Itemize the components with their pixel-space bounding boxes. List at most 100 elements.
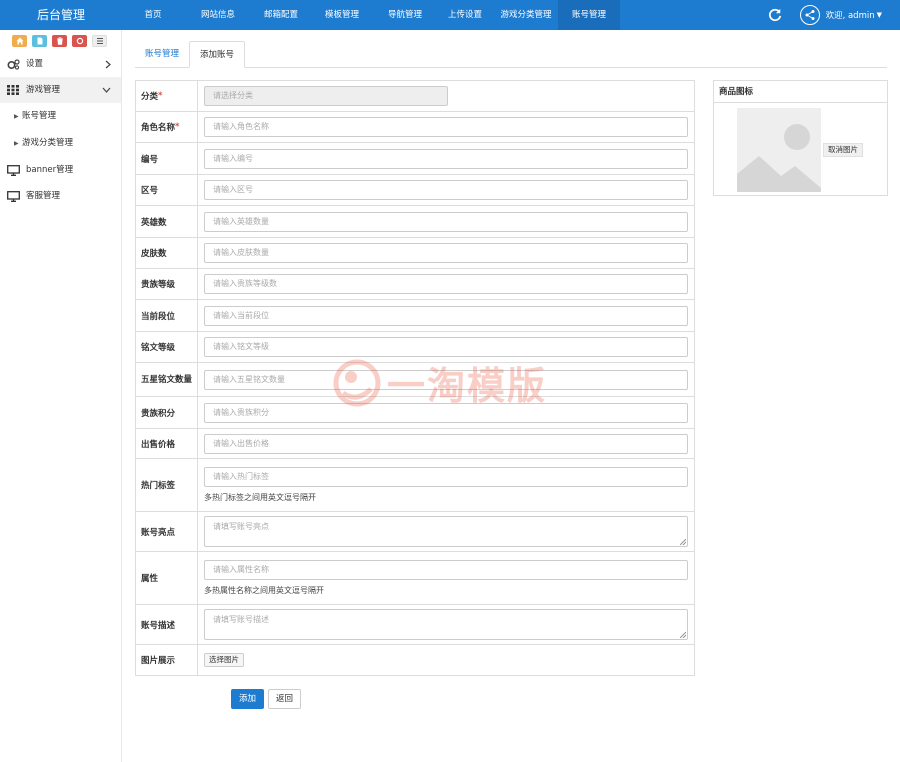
price-input[interactable]: 请输入出售价格 [204,433,688,454]
resize-grip-icon[interactable] [680,539,686,545]
skins-input[interactable]: 请输入皮肤数量 [204,243,688,263]
sidebar-item-label: banner管理 [26,165,74,175]
triangle-right-icon: ▶ [14,113,19,120]
add-button[interactable]: 添加 [231,689,264,709]
recycle-tool-button[interactable] [72,35,87,47]
tab-account-list[interactable]: 账号管理 [135,41,189,68]
nav-game-category[interactable]: 游戏分类管理 [494,0,558,30]
current-rank-label: 当前段位 [136,300,198,331]
noble-points-input[interactable]: 请输入贵族积分 [204,402,688,423]
top-nav: 首页 网站信息 邮箱配置 模板管理 导航管理 上传设置 游戏分类管理 账号管理 [122,0,620,30]
sidebar-toolbar [0,30,121,51]
form-row-role-name: 角色名称 * 请输入角色名称 [136,112,694,143]
images-label: 图片展示 [136,645,198,675]
sidebar-item-game[interactable]: 游戏管理 [0,77,121,103]
nav-account[interactable]: 账号管理 [558,0,620,30]
role-name-input[interactable]: 请输入角色名称 [204,117,688,137]
gears-icon [7,58,20,70]
cancel-image-button[interactable]: 取消图片 [823,143,863,157]
number-input[interactable]: 请输入编号 [204,148,688,169]
nav-upload-settings[interactable]: 上传设置 [436,0,494,30]
product-icon-panel: 商品图标 取消图片 [713,80,888,196]
form-row-images: 图片展示 选择图片 [136,645,694,676]
sidebar-item-banner[interactable]: banner管理 [0,157,121,183]
sidebar-subitem-game-category[interactable]: ▶ 游戏分类管理 [0,130,121,157]
sidebar-item-settings[interactable]: 设置 [0,51,121,77]
recycle-icon [76,37,83,45]
price-label: 出售价格 [136,429,198,458]
monitor-icon [7,190,20,202]
hot-tags-help: 多热门标签之间用英文逗号隔开 [204,493,316,502]
trash-icon [56,37,63,45]
form-row-noble-points: 贵族积分 请输入贵族积分 [136,397,694,429]
home-icon [16,37,23,45]
current-rank-input[interactable]: 请输入当前段位 [204,305,688,326]
form-row-five-star: 五星铭文数量 请输入五星铭文数量 [136,363,694,397]
file-icon [37,37,42,45]
sidebar-item-service[interactable]: 客服管理 [0,183,121,209]
form-row-attributes: 属性 请输入属性名称 多热属性名称之间用英文逗号隔开 [136,552,694,605]
inscription-level-label: 铭文等级 [136,332,198,362]
five-star-label: 五星铭文数量 [136,363,198,396]
noble-level-label: 贵族等级 [136,269,198,299]
zone-input[interactable]: 请输入区号 [204,180,688,200]
attributes-input[interactable]: 请输入属性名称 [204,560,688,580]
form-row-skins: 皮肤数 请输入皮肤数量 [136,238,694,269]
monitor-icon [7,164,20,176]
form-row-noble-level: 贵族等级 请输入贵族等级数 [136,269,694,300]
file-tool-button[interactable] [32,35,47,47]
description-textarea[interactable]: 请填写账号描述 [204,609,688,640]
heroes-input[interactable]: 请输入英雄数量 [204,211,688,232]
choose-image-button[interactable]: 选择图片 [204,653,244,667]
content-tabs: 账号管理 添加账号 [135,41,887,68]
resize-grip-icon[interactable] [680,632,686,638]
image-placeholder[interactable] [737,108,821,192]
sidebar-item-label: 账号管理 [22,111,57,121]
inscription-level-input[interactable]: 请输入铭文等级 [204,337,688,357]
noble-level-input[interactable]: 请输入贵族等级数 [204,274,688,294]
caret-down-icon[interactable]: ▼ [877,11,882,19]
list-tool-button[interactable] [92,35,107,47]
nav-site-info[interactable]: 网站信息 [184,0,252,30]
zone-label: 区号 [136,175,198,205]
attributes-label: 属性 [136,552,198,604]
role-name-label: 角色名称 [141,123,176,133]
nav-email-config[interactable]: 邮箱配置 [252,0,310,30]
form-actions: 添加 返回 [231,689,301,709]
form-row-zone: 区号 请输入区号 [136,175,694,206]
hot-tags-input[interactable]: 请输入热门标签 [204,467,688,487]
form-row-highlights: 账号亮点 请填写账号亮点 [136,512,694,552]
five-star-input[interactable]: 请输入五星铭文数量 [204,369,688,390]
attributes-help: 多热属性名称之间用英文逗号隔开 [204,586,324,595]
home-tool-button[interactable] [12,35,27,47]
highlights-placeholder: 请填写账号亮点 [213,522,269,531]
image-placeholder-icon [737,108,821,192]
refresh-icon[interactable] [768,8,782,22]
form-row-number: 编号 请输入编号 [136,143,694,175]
share-icon [805,10,815,20]
nav-navigation[interactable]: 导航管理 [374,0,436,30]
form-row-heroes: 英雄数 请输入英雄数量 [136,206,694,238]
category-select[interactable]: 请选择分类 [204,86,448,106]
description-placeholder: 请填写账号描述 [213,615,269,624]
highlights-label: 账号亮点 [136,512,198,551]
sidebar-subitem-account[interactable]: ▶ 账号管理 [0,103,121,130]
user-menu[interactable]: 欢迎, admin [826,9,875,21]
nav-home[interactable]: 首页 [122,0,184,30]
back-button[interactable]: 返回 [268,689,301,709]
nav-template[interactable]: 模板管理 [310,0,374,30]
app-title: 后台管理 [36,8,85,22]
tab-add-account[interactable]: 添加账号 [189,41,246,68]
required-mark: * [175,122,180,132]
noble-points-label: 贵族积分 [136,397,198,428]
delete-tool-button[interactable] [52,35,67,47]
category-label: 分类 [141,92,159,102]
sidebar-item-label: 客服管理 [26,191,61,201]
highlights-textarea[interactable]: 请填写账号亮点 [204,516,688,547]
grid-icon [7,85,19,95]
chevron-down-icon [102,87,111,93]
required-mark: * [158,91,163,101]
hot-tags-label: 热门标签 [136,459,198,511]
chevron-right-icon [105,60,111,68]
avatar[interactable] [799,5,820,25]
